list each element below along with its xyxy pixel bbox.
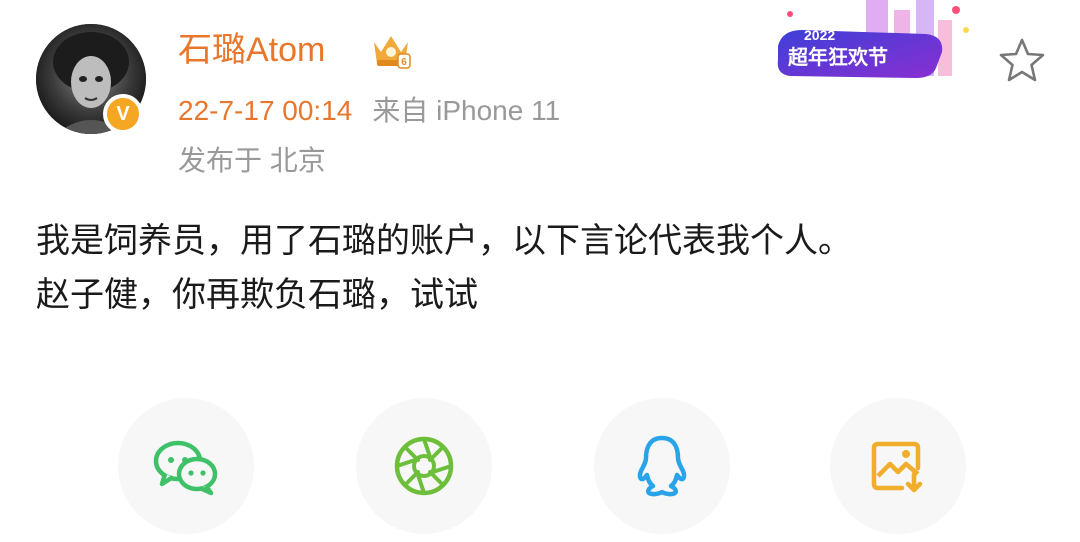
post-timestamp: 22-7-17 00:14 [178, 95, 353, 126]
share-qq-button[interactable] [594, 398, 730, 534]
verified-badge-icon: V [103, 94, 143, 134]
star-icon[interactable] [997, 36, 1047, 84]
share-wechat-button[interactable] [118, 398, 254, 534]
post-source: 来自 iPhone 11 [372, 95, 561, 126]
crown-vip-icon[interactable]: 6 [370, 30, 412, 70]
username[interactable]: 石璐Atom [178, 22, 325, 78]
save-image-button[interactable] [830, 398, 966, 534]
save-image-icon [871, 441, 923, 493]
post-meta: 22-7-17 00:14 来自 iPhone 11 [178, 88, 560, 134]
svg-text:6: 6 [401, 57, 407, 68]
moments-icon [394, 436, 454, 496]
post-location: 发布于 北京 [178, 145, 326, 176]
qq-icon [637, 435, 687, 497]
post-content-line: 赵子健，你再欺负石璐，试试 [36, 275, 478, 315]
banner-title: 超年狂欢节 [787, 45, 888, 69]
promo-banner[interactable]: 2022 超年狂欢节 [776, 0, 976, 90]
banner-year: 2022 [804, 27, 835, 43]
post-content-line: 我是饲养员，用了石璐的账户，以下言论代表我个人。 [36, 221, 852, 261]
share-moments-button[interactable] [356, 398, 492, 534]
wechat-icon [153, 440, 218, 496]
post-content: 我是饲养员，用了石璐的账户，以下言论代表我个人。 赵子健，你再欺负石璐，试试 [36, 214, 1056, 322]
